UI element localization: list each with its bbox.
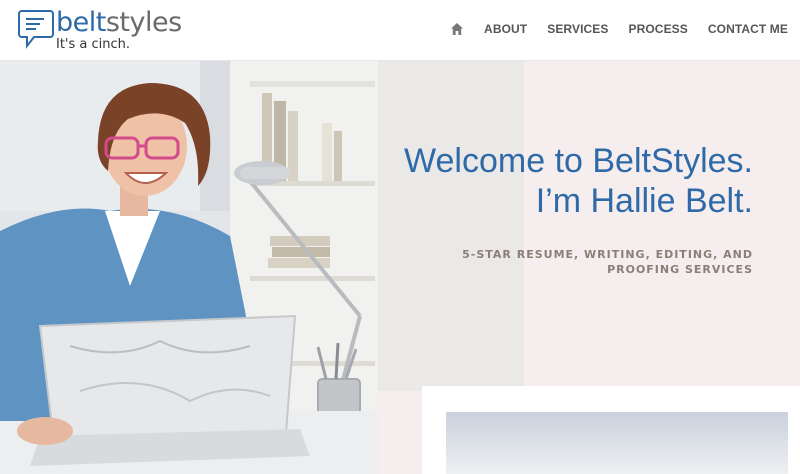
hero-title: Welcome to BeltStyles. I’m Hallie Belt. [404, 141, 753, 221]
nav-item-contact-me[interactable]: CONTACT ME [708, 22, 788, 36]
nav-item-process[interactable]: PROCESS [629, 22, 688, 36]
hero-section: Welcome to BeltStyles. I’m Hallie Belt. … [0, 61, 800, 474]
logo-tagline: It's a cinch. [56, 37, 131, 52]
nav-item-about[interactable]: ABOUT [484, 22, 527, 36]
hero-title-line-1: Welcome to BeltStyles. [404, 142, 753, 180]
logo-word-main: belt [56, 7, 106, 38]
site-logo[interactable]: beltstyles It's a cinch. [16, 6, 186, 56]
hero-photo [0, 61, 378, 474]
home-icon[interactable] [450, 22, 464, 36]
hero-photo-illustration [0, 61, 378, 474]
main-nav: ABOUT SERVICES PROCESS CONTACT ME [450, 20, 788, 38]
hero-title-line-2: I’m Hallie Belt. [535, 182, 753, 220]
speech-bubble-logo-icon [18, 10, 54, 49]
nav-item-services[interactable]: SERVICES [547, 22, 608, 36]
hero-card-image [446, 412, 788, 474]
logo-word-accent: styles [105, 7, 182, 38]
site-header: beltstyles It's a cinch. ABOUT SERVICES … [0, 0, 800, 61]
hero-band-decoration [378, 61, 524, 391]
logo-wordmark: beltstyles [56, 8, 182, 38]
hero-subtitle: 5-STAR RESUME, WRITING, EDITING, AND PRO… [462, 248, 753, 276]
